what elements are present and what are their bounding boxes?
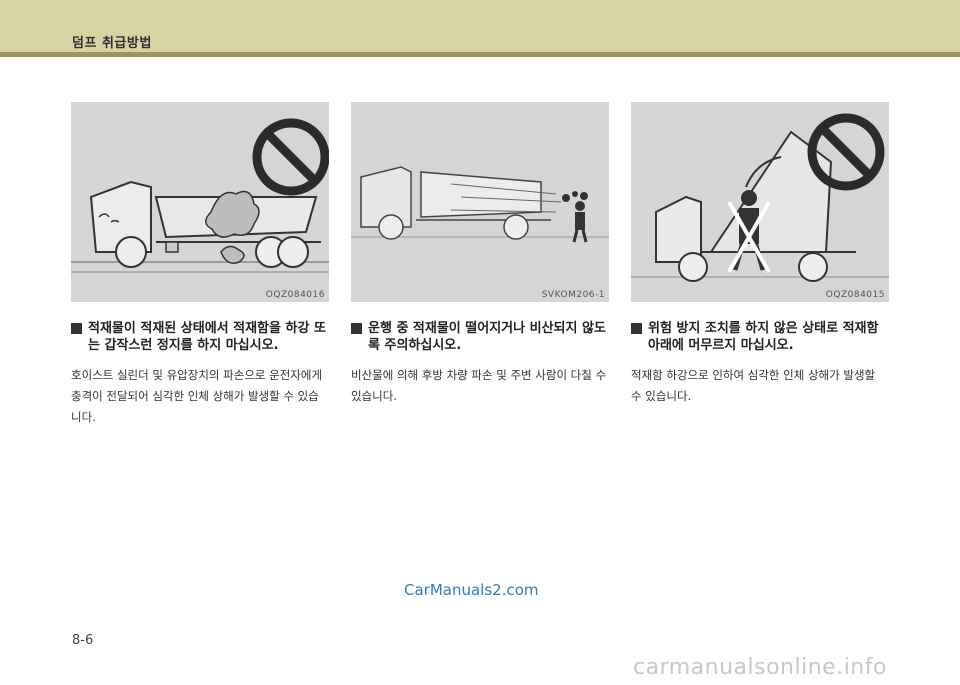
footer-watermark: carmanualsonline.info bbox=[633, 655, 887, 680]
watermark-link[interactable]: CarManuals2.com bbox=[404, 581, 539, 599]
figure-code: OQZ084016 bbox=[265, 290, 325, 300]
square-bullet-icon bbox=[351, 323, 362, 334]
section-3: OQZ084015 위험 방지 조치를 하지 않은 상태로 적재함 아래에 머무… bbox=[631, 102, 889, 407]
person-under-bed-illustration bbox=[631, 102, 889, 302]
heading-text: 적재물이 적재된 상태에서 적재함을 하강 또는 갑작스런 정지를 하지 마십시… bbox=[88, 321, 326, 353]
section-1: OQZ084016 적재물이 적재된 상태에서 적재함을 하강 또는 갑작스런 … bbox=[71, 102, 329, 428]
heading-text: 운행 중 적재물이 떨어지거나 비산되지 않도록 주의하십시오. bbox=[368, 321, 606, 353]
warning-body: 비산물에 의해 후방 차량 파손 및 주변 사람이 다칠 수 있습니다. bbox=[351, 368, 607, 403]
header-rule bbox=[0, 52, 960, 57]
truck-cab-impact-illustration bbox=[71, 102, 329, 302]
warning-heading: 위험 방지 조치를 하지 않은 상태로 적재함 아래에 머무르지 마십시오. bbox=[631, 320, 889, 354]
figure-person-under-raised-bed: OQZ084015 bbox=[631, 102, 889, 302]
figure-dump-truck-lowering: OQZ084016 bbox=[71, 102, 329, 302]
falling-debris-illustration bbox=[351, 102, 609, 302]
page-number: 8-6 bbox=[72, 633, 94, 648]
warning-heading: 운행 중 적재물이 떨어지거나 비산되지 않도록 주의하십시오. bbox=[351, 320, 609, 354]
warning-heading: 적재물이 적재된 상태에서 적재함을 하강 또는 갑작스런 정지를 하지 마십시… bbox=[71, 320, 329, 354]
section-2: SVKOM206-1 운행 중 적재물이 떨어지거나 비산되지 않도록 주의하십… bbox=[351, 102, 609, 407]
warning-body: 적재함 하강으로 인하여 심각한 인체 상해가 발생할 수 있습니다. bbox=[631, 368, 876, 403]
square-bullet-icon bbox=[71, 323, 82, 334]
square-bullet-icon bbox=[631, 323, 642, 334]
warning-body: 호이스트 실린더 및 유압장치의 파손으로 운전자에게 충격이 전달되어 심각한… bbox=[71, 368, 323, 424]
heading-text: 위험 방지 조치를 하지 않은 상태로 적재함 아래에 머무르지 마십시오. bbox=[648, 321, 879, 353]
section-title: 덤프 취급방법 bbox=[72, 36, 152, 51]
figure-code: OQZ084015 bbox=[825, 290, 885, 300]
figure-code: SVKOM206-1 bbox=[541, 290, 605, 300]
figure-dump-truck-falling-cargo: SVKOM206-1 bbox=[351, 102, 609, 302]
